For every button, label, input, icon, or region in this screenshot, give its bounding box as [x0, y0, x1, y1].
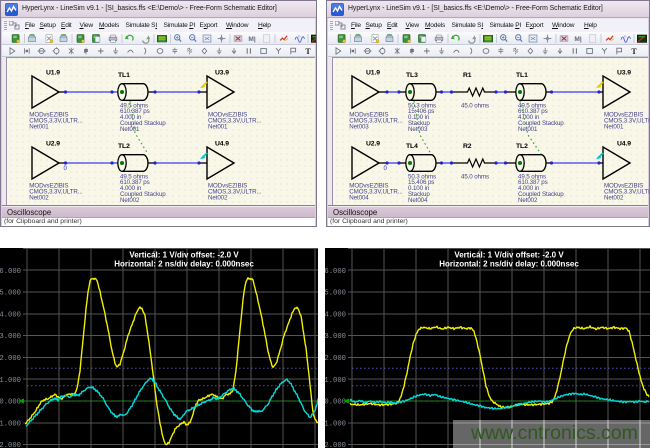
svg-text:Net001: Net001: [604, 124, 624, 131]
svg-text:U4.9: U4.9: [617, 141, 631, 148]
svg-text:Horizontal: 2 ns/div delay: 0: Horizontal: 2 ns/div delay: 0.000nsec: [114, 260, 254, 269]
svg-text:TL4: TL4: [406, 143, 418, 150]
svg-text:0: 0: [384, 166, 388, 172]
svg-text:T: T: [631, 47, 637, 56]
svg-text:1.000: 1.000: [0, 377, 21, 385]
svg-text:-2.000: -2.000: [0, 442, 21, 448]
svg-text:TL1: TL1: [118, 72, 130, 79]
svg-text:5.000: 5.000: [325, 290, 346, 298]
svg-text:Net002: Net002: [604, 195, 624, 202]
svg-text:2.000: 2.000: [325, 355, 346, 363]
svg-text:6.000: 6.000: [0, 268, 21, 276]
svg-text:Net001: Net001: [120, 126, 140, 133]
svg-text:U3.9: U3.9: [215, 70, 229, 77]
svg-text:Net003: Net003: [408, 126, 428, 133]
svg-text:Net004: Net004: [408, 197, 428, 204]
svg-text:2.000: 2.000: [0, 355, 21, 363]
svg-text:5.000: 5.000: [0, 290, 21, 298]
svg-text:0: 0: [64, 166, 68, 172]
svg-text:TL1: TL1: [516, 72, 528, 79]
svg-text:6.000: 6.000: [325, 268, 346, 276]
svg-text:T: T: [305, 47, 311, 56]
svg-text:-1.000: -1.000: [0, 420, 21, 428]
svg-text:TL2: TL2: [516, 143, 528, 150]
svg-text:Net004: Net004: [349, 195, 369, 202]
svg-text:R2: R2: [463, 143, 472, 150]
svg-text:n: n: [298, 33, 300, 38]
svg-text:Net002: Net002: [518, 197, 538, 204]
svg-text:Net003: Net003: [349, 124, 369, 131]
svg-text:U1.9: U1.9: [46, 70, 60, 77]
svg-text:U4.9: U4.9: [215, 141, 229, 148]
svg-text:Net001: Net001: [208, 124, 228, 131]
svg-text:3.000: 3.000: [0, 333, 21, 341]
svg-text:Net001: Net001: [518, 126, 538, 133]
svg-text:R1: R1: [463, 72, 472, 79]
svg-text:-2.000: -2.000: [325, 442, 346, 448]
svg-text:U3.9: U3.9: [617, 70, 631, 77]
svg-text:Net001: Net001: [29, 124, 49, 131]
svg-text:Net002: Net002: [29, 195, 49, 202]
svg-text:Horizontal: 2 ns/div delay: 0: Horizontal: 2 ns/div delay: 0.000nsec: [439, 260, 579, 269]
svg-text:45.0 ohms: 45.0 ohms: [461, 102, 489, 109]
svg-text:U1.9: U1.9: [366, 70, 380, 77]
svg-text:U2.9: U2.9: [366, 141, 380, 148]
svg-text:TL2: TL2: [118, 143, 130, 150]
svg-text:Verticál: 1 V/div offset: -2: Verticál: 1 V/div offset: -2.0 V: [129, 251, 239, 260]
svg-text:Verticál: 1 V/div offset: -2: Verticál: 1 V/div offset: -2.0 V: [454, 251, 564, 260]
svg-text:n: n: [624, 33, 626, 38]
svg-text:www.cntronics.com: www.cntronics.com: [470, 422, 638, 444]
svg-text:3.000: 3.000: [325, 333, 346, 341]
svg-text:M|: M|: [574, 36, 582, 43]
svg-text:1.000: 1.000: [325, 377, 346, 385]
svg-text:M|: M|: [248, 36, 256, 43]
svg-text:4.000: 4.000: [325, 311, 346, 319]
svg-text:Net002: Net002: [120, 197, 140, 204]
svg-text:-1.000: -1.000: [325, 420, 346, 428]
svg-text:4.000: 4.000: [0, 311, 21, 319]
svg-text:45.0 ohms: 45.0 ohms: [461, 173, 489, 180]
svg-text:Net002: Net002: [208, 195, 228, 202]
svg-text:0.000: 0.000: [0, 399, 21, 407]
svg-text:U2.9: U2.9: [46, 141, 60, 148]
svg-text:TL3: TL3: [406, 72, 418, 79]
svg-text:0.000: 0.000: [325, 399, 346, 407]
